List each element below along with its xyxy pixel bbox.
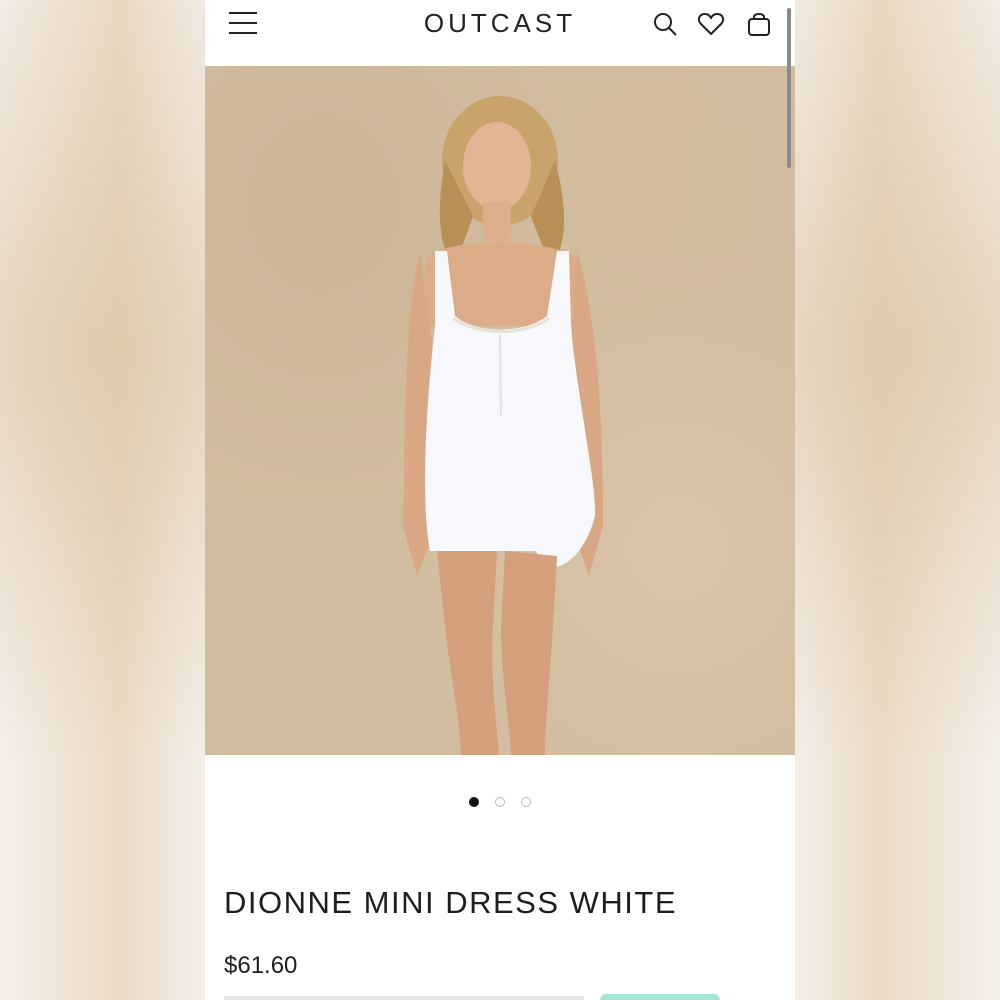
gallery-pagination [205,794,795,808]
gallery-dot-1[interactable] [469,797,479,807]
product-title: DIONNE MINI DRESS WHITE [224,885,678,920]
product-price: $61.60 [224,952,298,979]
scrollbar[interactable] [787,8,791,168]
heart-icon[interactable] [697,10,725,38]
cutoff-text-line [224,996,584,1000]
bag-icon[interactable] [745,10,773,38]
search-icon[interactable] [651,10,679,38]
cutoff-badge [600,994,720,1000]
product-image[interactable] [205,66,795,755]
site-header: OUTCAST [205,0,795,66]
product-photo [403,96,603,755]
gallery-dot-3[interactable] [521,797,531,807]
gallery-dot-2[interactable] [495,797,505,807]
mobile-page: OUTCAST DIONNE MINI DRESS WHITE $61.60 [205,0,795,1000]
